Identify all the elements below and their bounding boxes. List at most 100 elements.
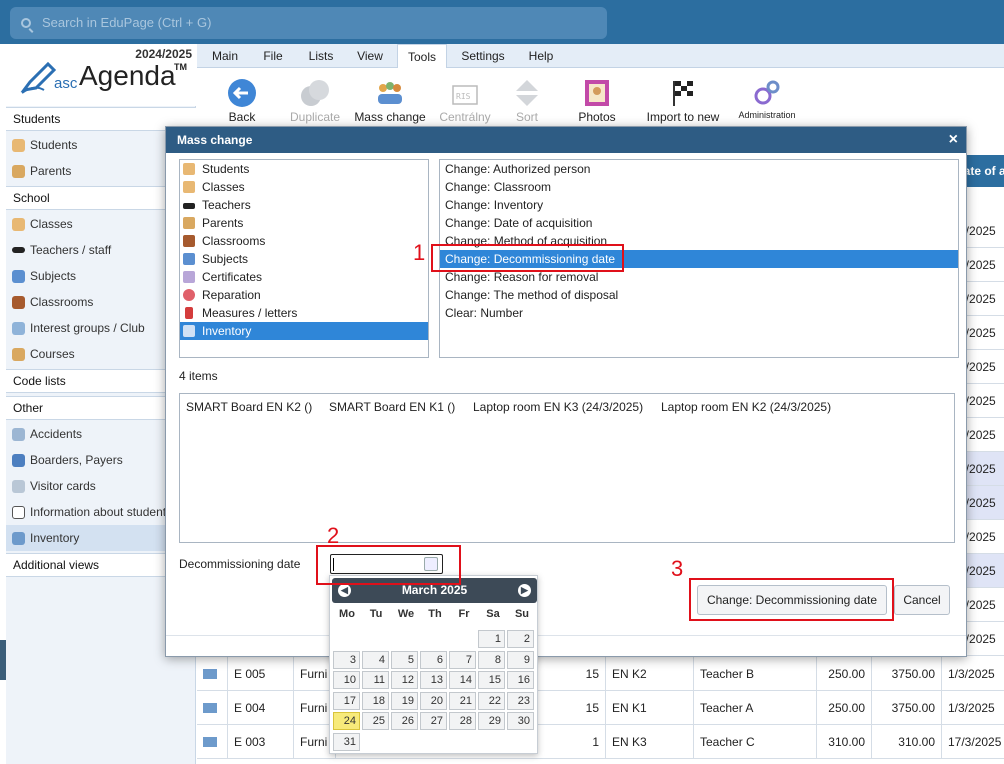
list-item-action[interactable]: Change: Inventory: [440, 196, 958, 214]
calendar-day[interactable]: 4: [362, 650, 389, 669]
calendar-day[interactable]: 2: [507, 630, 534, 648]
inventory-icon: [183, 325, 195, 337]
calendar-day[interactable]: 5: [391, 650, 418, 669]
calendar-day[interactable]: 1: [478, 630, 505, 648]
menu-lists[interactable]: Lists: [299, 44, 343, 68]
logo-agenda: Agenda: [79, 60, 176, 91]
annotation-number-1: 1: [413, 240, 426, 265]
grid-cell-room: EN K2: [606, 657, 694, 691]
app-logo: 2024/2025 asc Agenda TM: [6, 44, 196, 106]
duplicate-button[interactable]: Duplicate: [285, 78, 345, 130]
administration-button[interactable]: Administration: [727, 78, 807, 130]
calendar-day[interactable]: 20: [420, 691, 447, 710]
list-item-action[interactable]: Change: Classroom: [440, 178, 958, 196]
menu-help[interactable]: Help: [519, 44, 563, 68]
grid-cell-person: Teacher B: [694, 657, 817, 691]
list-item-reparation[interactable]: Reparation: [180, 286, 428, 304]
list-item-parents[interactable]: Parents: [180, 214, 428, 232]
list-item-students[interactable]: Students: [180, 160, 428, 178]
mortarboard-icon: [183, 203, 195, 209]
menu-file[interactable]: File: [253, 44, 293, 68]
calendar-day[interactable]: 23: [507, 691, 534, 710]
calendar-day[interactable]: 19: [391, 691, 418, 710]
ris-icon: RIS: [452, 85, 478, 105]
list-item-action[interactable]: Change: Date of acquisition: [440, 214, 958, 232]
list-item-action[interactable]: Clear: Number: [440, 304, 958, 322]
menu-view[interactable]: View: [349, 44, 391, 68]
heart-icon: [183, 289, 195, 301]
menu-tools[interactable]: Tools: [397, 44, 447, 69]
calendar-day[interactable]: 9: [507, 650, 534, 669]
calendar-day[interactable]: 3: [333, 650, 360, 669]
weekday-label: Mo: [339, 608, 355, 620]
calendar-day[interactable]: 13: [420, 671, 447, 689]
next-month-icon[interactable]: ▶: [518, 584, 531, 597]
cancel-button[interactable]: Cancel: [894, 585, 950, 615]
menu-bar: Main File Lists View Tools Settings Help: [197, 44, 1004, 69]
list-item-measures[interactable]: Measures / letters: [180, 304, 428, 322]
entity-list[interactable]: Students Classes Teachers Parents Classr…: [179, 159, 429, 358]
import-to-new-button[interactable]: Import to new: [643, 78, 723, 130]
mass-change-button[interactable]: Mass change: [352, 78, 428, 130]
calendar-day[interactable]: 30: [507, 712, 534, 730]
menu-main[interactable]: Main: [203, 44, 247, 68]
weekday-label: Fr: [458, 608, 470, 620]
calendar-day[interactable]: 15: [478, 671, 505, 689]
calendar-day-today[interactable]: 24: [333, 712, 360, 730]
id-card-icon: [12, 506, 25, 519]
weekday-label: Sa: [486, 608, 500, 620]
date-picker: ◀ March 2025 ▶ Mo Tu We Th Fr Sa Su 1234…: [329, 575, 538, 754]
calendar-day[interactable]: 18: [362, 691, 389, 710]
pin-icon: [185, 307, 193, 319]
photos-button[interactable]: Photos: [573, 78, 621, 130]
list-item-inventory[interactable]: Inventory: [180, 322, 428, 340]
calendar-day[interactable]: 25: [362, 712, 389, 730]
certificate-icon: [183, 271, 195, 283]
calendar-day[interactable]: 27: [420, 712, 447, 730]
list-item-classrooms[interactable]: Classrooms: [180, 232, 428, 250]
calendar-day[interactable]: 10: [333, 671, 360, 689]
pen-logo-icon: [20, 61, 57, 94]
gears-icon: [754, 80, 780, 105]
courses-icon: [12, 348, 25, 361]
calendar-day[interactable]: 29: [478, 712, 505, 730]
calendar-day[interactable]: 8: [478, 650, 505, 669]
list-item-teachers[interactable]: Teachers: [180, 196, 428, 214]
menu-settings[interactable]: Settings: [453, 44, 513, 68]
calendar-day[interactable]: 6: [420, 650, 447, 669]
grid-cell-total: 310.00: [872, 725, 942, 759]
calendar-day[interactable]: 17: [333, 691, 360, 710]
calendar-day[interactable]: 14: [449, 671, 476, 689]
selected-item: SMART Board EN K1 (): [329, 400, 456, 414]
calendar-day[interactable]: 11: [362, 671, 389, 689]
sort-button[interactable]: Sort: [507, 78, 547, 130]
calendar-day[interactable]: 22: [478, 691, 505, 710]
back-button[interactable]: Back: [217, 78, 267, 130]
search-input[interactable]: Search in EduPage (Ctrl + G): [10, 7, 607, 39]
list-item-action[interactable]: Change: Authorized person: [440, 160, 958, 178]
annotation-number-3: 3: [671, 556, 684, 581]
calendar-day[interactable]: 16: [507, 671, 534, 689]
dialog-title: Mass change ×: [166, 127, 966, 153]
edge-strip: [0, 640, 6, 680]
centralny-button[interactable]: RIS Centrálny: [435, 78, 495, 130]
table-row[interactable]: E 005 Furni 15 EN K2 Teacher B 250.00 37…: [197, 657, 1004, 691]
list-item-subjects[interactable]: Subjects: [180, 250, 428, 268]
calendar-day[interactable]: 12: [391, 671, 418, 689]
list-item-action[interactable]: Change: The method of disposal: [440, 286, 958, 304]
grid-cell-room: EN K3: [606, 725, 694, 759]
calendar-day[interactable]: 31: [333, 732, 360, 751]
grid-cell-person: Teacher A: [694, 691, 817, 725]
prev-month-icon[interactable]: ◀: [338, 584, 351, 597]
calendar-day[interactable]: 28: [449, 712, 476, 730]
list-item-certificates[interactable]: Certificates: [180, 268, 428, 286]
close-icon[interactable]: ×: [949, 130, 958, 150]
calendar-month: March 2025: [401, 583, 468, 597]
calendar-day[interactable]: 21: [449, 691, 476, 710]
calendar-day[interactable]: 26: [391, 712, 418, 730]
list-item-classes[interactable]: Classes: [180, 178, 428, 196]
annotation-number-2: 2: [327, 523, 340, 548]
table-row[interactable]: E 003 Furni 1 EN K3 Teacher C 310.00 310…: [197, 725, 1004, 759]
table-row[interactable]: E 004 Furni 15 EN K1 Teacher A 250.00 37…: [197, 691, 1004, 725]
calendar-day[interactable]: 7: [449, 650, 476, 669]
